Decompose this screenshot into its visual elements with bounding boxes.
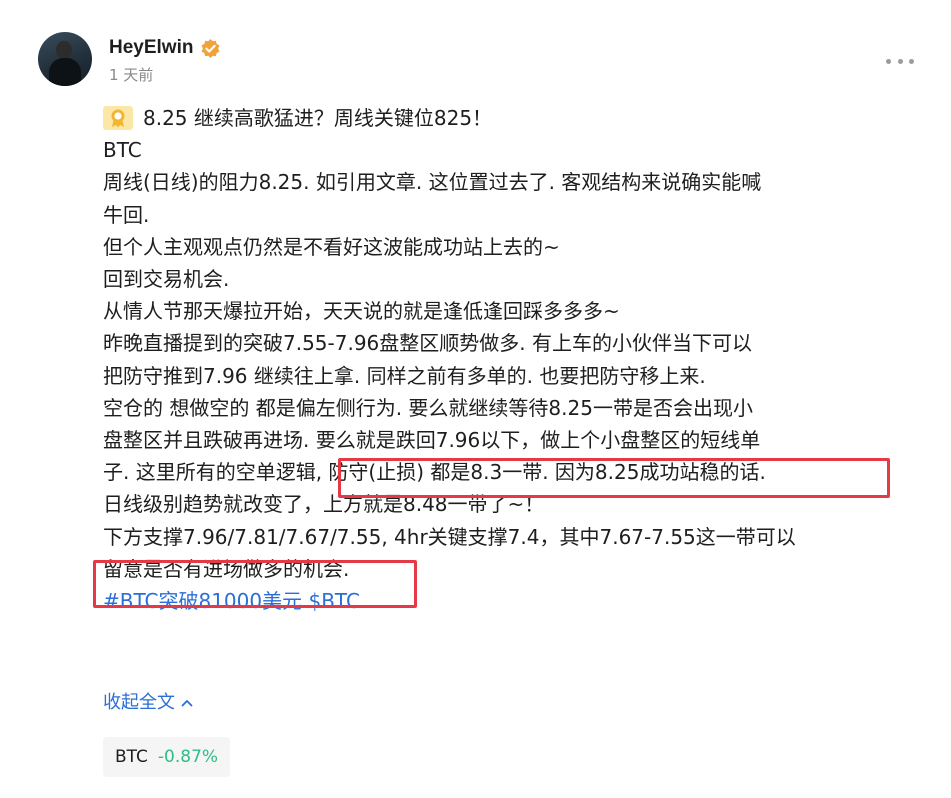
post-title-line: 8.25 继续高歌猛进？周线关键位825！ (103, 102, 903, 134)
post-header: HeyElwin 1 天前 (38, 32, 918, 92)
post-text-segment: 盘整区并且跌破再进场 (103, 428, 303, 453)
avatar-body-shape (49, 58, 81, 86)
avatar-head-shape (56, 41, 72, 59)
collapse-text-button[interactable]: 收起全文 (103, 690, 193, 716)
chevron-up-icon (181, 700, 193, 707)
more-dot-icon (886, 58, 891, 64)
highlighted-text-support-levels: 下方支撑7.96/7.81/7.67/7.55, (103, 524, 388, 549)
post-text-line: 盘整区并且跌破再进场. 要么就是跌回7.96以下，做上个小盘整区的短线单 (103, 424, 903, 456)
hashtag-link[interactable]: #BTC突破81000美元 (103, 589, 302, 613)
author-row: HeyElwin (109, 36, 221, 60)
ticker-chip[interactable]: BTC -0.87% (103, 737, 231, 777)
award-medal-icon (103, 106, 133, 130)
tag-line: #BTC突破81000美元 $BTC (103, 585, 903, 617)
more-dot-icon (909, 58, 914, 64)
post-text-line: 空仓的 想做空的 都是偏左侧行为. 要么就继续等待8.25一带是否会出现小 (103, 395, 753, 420)
post-text-line: 但个人主观观点仍然是不看好这波能成功站上去的~ (103, 234, 560, 259)
post-text-line: 回到交易机会. (103, 267, 230, 292)
post-card: HeyElwin 1 天前 8.25 继续高歌猛进？周线关键位825！ BTC … (0, 0, 951, 798)
post-text-line: 日线级别趋势就改变了，上方就是8.48一带了~！ (103, 492, 545, 517)
post-text-line: 把防守推到7.96 继续往上拿. 同样之前有多单的. 也要把防守移上来. (103, 363, 706, 388)
ticker-symbol: BTC (115, 747, 148, 767)
post-text-line: 周线(日线)的阻力8.25. 如引用文章. 这位置过去了. 客观结构来说确实能喊 (103, 170, 762, 195)
highlighted-text-short-trade: . 要么就是跌回7.96以下，做上个小盘整区的短线单 (303, 428, 761, 453)
post-text-segment: 4hr关键支撑7.4，其中7.67-7.55这一带可以 (387, 524, 796, 549)
post-text-line: BTC (103, 138, 142, 163)
collapse-label: 收起全文 (103, 692, 175, 713)
post-text-line: 牛回. (103, 202, 150, 227)
post-text-line: 下方支撑7.96/7.81/7.67/7.55, 4hr关键支撑7.4，其中7.… (103, 521, 903, 553)
post-text-line: 从情人节那天爆拉开始，天天说的就是逢低逢回踩多多多~ (103, 299, 620, 324)
avatar[interactable] (38, 32, 92, 86)
post-text-line: 子. 这里所有的空单逻辑, 防守(止损) 都是8.3一带. 因为8.25成功站稳… (103, 460, 766, 485)
author-name[interactable]: HeyElwin (109, 36, 193, 60)
post-text-line: 留意是否有进场做多的机会. (103, 556, 350, 581)
post-timestamp: 1 天前 (109, 66, 154, 84)
cashtag-link[interactable]: $BTC (308, 589, 359, 613)
more-dot-icon (897, 58, 903, 64)
post-body: 8.25 继续高歌猛进？周线关键位825！ BTC 周线(日线)的阻力8.25.… (103, 102, 903, 617)
verified-badge-icon (200, 38, 221, 59)
ticker-change: -0.87% (157, 747, 219, 767)
more-options-button[interactable] (886, 55, 914, 67)
post-title: 8.25 继续高歌猛进？周线关键位825！ (143, 106, 493, 130)
post-text-line: 昨晚直播提到的突破7.55-7.96盘整区顺势做多. 有上车的小伙伴当下可以 (103, 331, 752, 356)
